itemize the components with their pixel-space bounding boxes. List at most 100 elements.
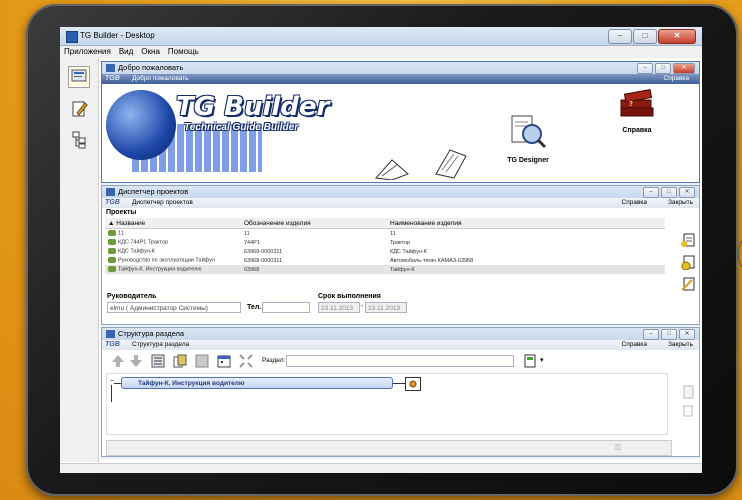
welcome-window: Добро пожаловать – □ ✕ TGB Добро пожалов… — [101, 61, 700, 183]
structure-minimize-button[interactable]: – — [643, 329, 659, 340]
manager-field[interactable]: elmu ( Администратор Системы) — [107, 302, 241, 313]
table-row[interactable]: КДС 744Р1 Трактор 744Р1 Трактор — [105, 238, 665, 247]
document-icon[interactable] — [680, 384, 696, 400]
table-row[interactable]: 11 11 11 — [105, 229, 665, 239]
help-shortcut-label: Справка — [622, 127, 652, 134]
sort-arrow-icon: ▲ — [108, 219, 117, 227]
magnifier-document-icon — [488, 112, 568, 154]
column-name[interactable]: ▲ Название — [105, 218, 241, 229]
menu-bar: Приложения Вид Окна Помощь — [60, 46, 702, 58]
move-down-icon[interactable] — [128, 353, 144, 369]
cell: Тайфун-К — [390, 266, 415, 273]
image-icon[interactable] — [194, 353, 210, 369]
desktop-icon[interactable] — [68, 66, 90, 88]
help-shortcut[interactable]: ? Справка — [607, 86, 667, 134]
menu-help[interactable]: Помощь — [168, 46, 199, 58]
structure-title: Структура раздела — [118, 329, 185, 338]
cell: КДС 744Р1 Трактор — [118, 239, 169, 246]
status-bar — [60, 463, 702, 473]
new-section-icon[interactable] — [522, 353, 538, 369]
structure-node[interactable]: Тайфун-К. Инструкция водителю — [121, 377, 393, 389]
welcome-banner: TG Builder Technical Guide Builder TG De… — [102, 84, 699, 180]
chevron-down-icon[interactable]: ▾ — [540, 356, 544, 364]
column-designation[interactable]: Обозначение изделия — [241, 218, 387, 229]
structure-close-link[interactable]: Закрыть — [668, 341, 693, 348]
app-icon — [66, 31, 78, 43]
node-label: Тайфун-К. Инструкция водителю — [138, 380, 245, 387]
date-to-field[interactable]: 23.11.2013 — [365, 302, 407, 313]
collapse-icon[interactable]: − — [110, 378, 115, 385]
section-label: Раздел: — [262, 357, 286, 364]
window-title: TG Builder - Desktop — [80, 31, 155, 40]
structure-close-button[interactable]: ✕ — [679, 329, 695, 340]
phone-field[interactable] — [262, 302, 310, 313]
structure-icon[interactable] — [68, 128, 90, 150]
table-row[interactable]: КДС Тайфун-К 63968-0000311 КДС Тайфун-К — [105, 247, 665, 256]
projects-minimize-button[interactable]: – — [643, 187, 659, 198]
move-up-icon[interactable] — [110, 353, 126, 369]
structure-toolbar: TGB Структура раздела Справка Закрыть — [102, 340, 699, 350]
structure-help-link[interactable]: Справка — [622, 341, 648, 348]
menu-view[interactable]: Вид — [119, 46, 133, 58]
tree-link — [393, 383, 405, 384]
add-project-icon[interactable] — [680, 232, 696, 248]
cell: 11 — [244, 230, 250, 237]
phone-label: Тел. — [247, 304, 262, 311]
welcome-minimize-button[interactable]: – — [637, 63, 653, 74]
settings-node-icon[interactable] — [405, 377, 421, 391]
maximize-button[interactable]: □ — [633, 29, 657, 44]
menu-windows[interactable]: Окна — [141, 46, 160, 58]
structure-restore-button[interactable]: □ — [661, 329, 677, 340]
projects-close-button[interactable]: ✕ — [679, 187, 695, 198]
structure-titlebar: Структура раздела – □ ✕ — [102, 328, 699, 340]
brand-subtitle: Technical Guide Builder — [184, 122, 299, 133]
project-icon — [108, 257, 116, 264]
trash-icon[interactable] — [680, 402, 696, 418]
welcome-restore-button[interactable]: □ — [655, 63, 671, 74]
cell: Тайфун-К. Инструкция водителю — [118, 266, 202, 273]
tg-designer-shortcut[interactable]: TG Designer — [488, 112, 568, 164]
window-icon — [106, 330, 115, 338]
cell: КДС Тайфун-К — [118, 248, 155, 255]
date-from-field[interactable]: 23.11.2013 — [318, 302, 360, 313]
projects-help-link[interactable]: Справка — [622, 199, 648, 206]
cell: 744Р1 — [244, 239, 260, 246]
welcome-tab-title: Добро пожаловать — [132, 75, 189, 82]
column-header: Название — [116, 219, 146, 227]
cell: Автомобиль-тягач КАМАЗ-63968 — [390, 257, 474, 264]
tg-designer-label: TG Designer — [507, 157, 549, 164]
projects-restore-button[interactable]: □ — [661, 187, 677, 198]
edit-project-icon[interactable] — [680, 276, 696, 292]
projects-close-link[interactable]: Закрыть — [668, 199, 693, 206]
section-field[interactable] — [286, 355, 514, 367]
table-row[interactable]: Руководство по эксплуатации Тайфун 63968-… — [105, 256, 665, 265]
welcome-close-button[interactable]: ✕ — [673, 63, 695, 74]
welcome-help-link[interactable]: Справка — [664, 75, 690, 82]
open-project-icon[interactable] — [680, 254, 696, 271]
svg-text:?: ? — [629, 100, 633, 108]
section-structure-window: Структура раздела – □ ✕ TGB Структура ра… — [101, 327, 700, 457]
list-icon[interactable] — [150, 353, 166, 369]
lock-icon[interactable]: ⚿ — [615, 443, 621, 453]
cell: Руководство по эксплуатации Тайфун — [118, 257, 215, 264]
cell: 11 — [118, 230, 124, 237]
window-icon — [106, 64, 115, 72]
project-icon — [108, 266, 116, 273]
globe-logo — [106, 90, 176, 160]
projects-toolbar: TGB Диспетчер проектов Справка Закрыть — [102, 198, 699, 208]
deadline-label: Срок выполнения — [318, 293, 381, 300]
editor-icon[interactable] — [68, 98, 90, 120]
welcome-title: Добро пожаловать — [118, 63, 184, 72]
minimize-button[interactable]: – — [608, 29, 632, 44]
window-titlebar: TG Builder - Desktop – □ ✕ — [60, 27, 702, 46]
fullscreen-icon[interactable] — [238, 353, 254, 369]
menu-applications[interactable]: Приложения — [64, 46, 111, 58]
copy-icon[interactable] — [172, 353, 188, 369]
brand-title: TG Builder — [176, 92, 330, 122]
date-separator: - — [361, 303, 364, 310]
column-product[interactable]: Наименование изделия — [387, 218, 665, 229]
close-button[interactable]: ✕ — [658, 29, 696, 44]
calendar-icon[interactable] — [216, 353, 232, 369]
structure-bottom-panel: ⚿ — [106, 440, 672, 456]
table-row[interactable]: Тайфун-К. Инструкция водителю 63968 Тайфун… — [105, 265, 665, 274]
